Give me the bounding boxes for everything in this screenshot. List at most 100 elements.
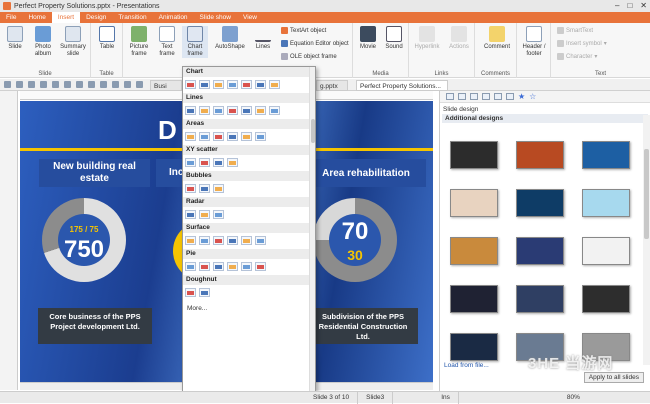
toolbar-icon[interactable] [28, 81, 35, 88]
textart-object-button[interactable]: TextArt object [281, 27, 326, 34]
chart-type-icon[interactable] [241, 236, 252, 245]
chart-type-icon[interactable] [269, 80, 280, 89]
design-thumbnail[interactable] [450, 285, 498, 313]
chart-type-icon[interactable] [227, 262, 238, 271]
toolbar-icon[interactable] [88, 81, 95, 88]
chart-type-icon[interactable] [241, 262, 252, 271]
chart-type-icon[interactable] [199, 80, 210, 89]
chart-type-icon[interactable] [185, 288, 196, 297]
autoshape-button[interactable]: AutoShape [215, 26, 245, 51]
table-button[interactable]: Table [94, 26, 120, 51]
menu-file[interactable]: File [0, 12, 22, 23]
chart-type-icon[interactable] [227, 80, 238, 89]
design-thumbnail[interactable] [516, 189, 564, 217]
chart-type-icon[interactable] [185, 210, 196, 219]
toolbar-icon[interactable] [16, 81, 23, 88]
chart-type-icon[interactable] [185, 262, 196, 271]
smarttext-button[interactable]: SmartText [557, 27, 593, 34]
chart-type-icon[interactable] [227, 158, 238, 167]
menu-scroll-thumb[interactable] [311, 119, 315, 143]
toolbar-icon[interactable] [40, 81, 47, 88]
chart-type-icon[interactable] [185, 158, 196, 167]
design-thumbnail[interactable] [450, 333, 498, 361]
chart-type-icon[interactable] [185, 184, 196, 193]
chart-type-icon[interactable] [255, 262, 266, 271]
doc-tab-busi[interactable]: Busi [150, 80, 182, 91]
toolbar-icon[interactable] [136, 81, 143, 88]
toolbar-icon[interactable] [76, 81, 83, 88]
panel-tool-icon[interactable] [506, 93, 514, 100]
chart-type-icon[interactable] [213, 106, 224, 115]
chart-type-icon[interactable] [227, 132, 238, 141]
hyperlink-button[interactable]: Hyperlink [412, 26, 442, 51]
panel-scroll-thumb[interactable] [644, 149, 649, 239]
chart-type-icon[interactable] [241, 132, 252, 141]
chart-type-icon[interactable] [185, 236, 196, 245]
design-thumbnail[interactable] [516, 141, 564, 169]
doc-tab-active[interactable]: Perfect Property Solutions... [356, 80, 448, 91]
chart-type-icon[interactable] [199, 288, 210, 297]
menu-insert[interactable]: Insert [51, 12, 81, 23]
star-outline-icon[interactable]: ☆ [529, 92, 536, 101]
chart-type-icon[interactable] [185, 80, 196, 89]
actions-button[interactable]: Actions [445, 26, 473, 51]
chart-type-icon[interactable] [213, 132, 224, 141]
header-footer-button[interactable]: Header / footer [519, 26, 549, 58]
chart-type-icon[interactable] [213, 210, 224, 219]
toolbar-icon[interactable] [124, 81, 131, 88]
star-icon[interactable]: ★ [518, 92, 525, 101]
panel-scrollbar[interactable] [643, 115, 650, 365]
design-thumbnail[interactable] [582, 141, 630, 169]
minimize-icon[interactable]: – [615, 0, 619, 12]
chart-type-icon[interactable] [255, 132, 266, 141]
chart-type-icon[interactable] [227, 236, 238, 245]
menu-scrollbar[interactable] [309, 67, 315, 391]
chart-type-icon[interactable] [199, 236, 210, 245]
chart-type-icon[interactable] [199, 184, 210, 193]
panel-tool-icon[interactable] [470, 93, 478, 100]
doc-tab-other[interactable]: g.pptx [316, 80, 348, 91]
menu-transition[interactable]: Transition [112, 12, 152, 23]
toolbar-icon[interactable] [52, 81, 59, 88]
toolbar-icon[interactable] [112, 81, 119, 88]
toolbar-icon[interactable] [4, 81, 11, 88]
chart-type-icon[interactable] [185, 106, 196, 115]
toolbar-icon[interactable] [64, 81, 71, 88]
slide-button[interactable]: Slide [2, 26, 28, 51]
chart-type-icon[interactable] [199, 132, 210, 141]
panel-tool-icon[interactable] [494, 93, 502, 100]
text-frame-button[interactable]: Text frame [154, 26, 180, 58]
menu-design[interactable]: Design [80, 12, 112, 23]
sound-button[interactable]: Sound [381, 26, 407, 51]
chart-type-icon[interactable] [185, 132, 196, 141]
summary-slide-button[interactable]: Summary slide [60, 26, 86, 58]
design-thumbnail[interactable] [582, 189, 630, 217]
design-thumbnail[interactable] [450, 237, 498, 265]
chart-frame-button[interactable]: Chart frame [182, 26, 208, 58]
design-thumbnail[interactable] [516, 285, 564, 313]
lines-button[interactable]: Lines [250, 26, 276, 51]
chart-type-icon[interactable] [213, 262, 224, 271]
chart-type-icon[interactable] [199, 106, 210, 115]
design-thumbnail[interactable] [450, 189, 498, 217]
chart-type-icon[interactable] [199, 158, 210, 167]
design-thumbnail[interactable] [516, 237, 564, 265]
apply-to-all-button[interactable]: Apply to all slides [583, 372, 644, 383]
chart-type-icon[interactable] [213, 80, 224, 89]
menu-animation[interactable]: Animation [153, 12, 194, 23]
panel-tool-icon[interactable] [446, 93, 454, 100]
photo-album-button[interactable]: Photo album [30, 26, 56, 58]
menu-view[interactable]: View [237, 12, 263, 23]
menu-home[interactable]: Home [22, 12, 51, 23]
picture-frame-button[interactable]: Picture frame [126, 26, 152, 58]
toolbar-icon[interactable] [100, 81, 107, 88]
menu-slide-show[interactable]: Slide show [194, 12, 237, 23]
chart-type-icon[interactable] [269, 106, 280, 115]
chart-type-icon[interactable] [199, 262, 210, 271]
chart-type-icon[interactable] [199, 210, 210, 219]
chart-type-icon[interactable] [213, 158, 224, 167]
design-thumbnail[interactable] [450, 141, 498, 169]
maximize-icon[interactable]: □ [627, 0, 632, 12]
chart-type-icon[interactable] [227, 106, 238, 115]
design-thumbnail[interactable] [582, 285, 630, 313]
